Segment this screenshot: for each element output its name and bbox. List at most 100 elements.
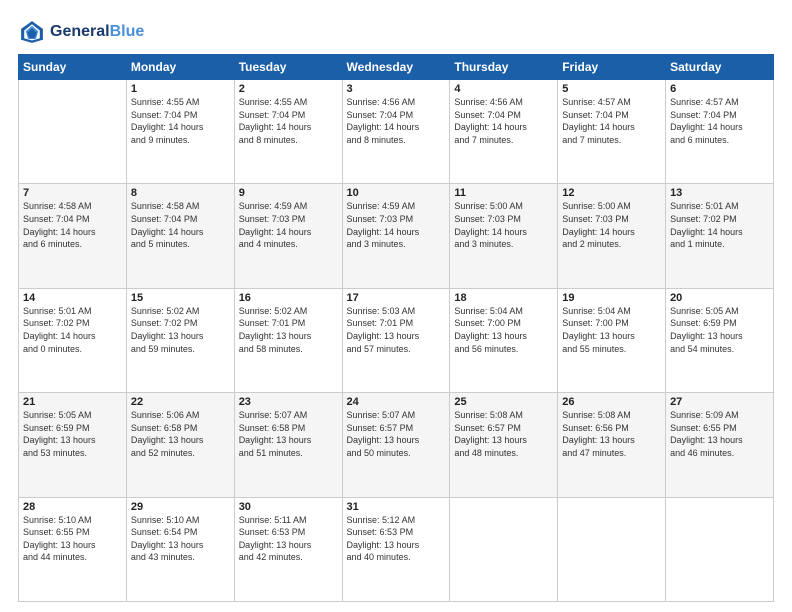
day-info: Sunrise: 4:58 AM Sunset: 7:04 PM Dayligh…	[23, 200, 122, 250]
calendar-cell: 19Sunrise: 5:04 AM Sunset: 7:00 PM Dayli…	[558, 288, 666, 392]
day-info: Sunrise: 5:08 AM Sunset: 6:57 PM Dayligh…	[454, 409, 553, 459]
calendar-cell: 8Sunrise: 4:58 AM Sunset: 7:04 PM Daylig…	[126, 184, 234, 288]
day-info: Sunrise: 5:00 AM Sunset: 7:03 PM Dayligh…	[454, 200, 553, 250]
day-info: Sunrise: 4:57 AM Sunset: 7:04 PM Dayligh…	[670, 96, 769, 146]
day-info: Sunrise: 4:57 AM Sunset: 7:04 PM Dayligh…	[562, 96, 661, 146]
calendar-cell: 23Sunrise: 5:07 AM Sunset: 6:58 PM Dayli…	[234, 393, 342, 497]
calendar-cell: 16Sunrise: 5:02 AM Sunset: 7:01 PM Dayli…	[234, 288, 342, 392]
calendar-cell: 30Sunrise: 5:11 AM Sunset: 6:53 PM Dayli…	[234, 497, 342, 601]
calendar-cell: 13Sunrise: 5:01 AM Sunset: 7:02 PM Dayli…	[666, 184, 774, 288]
weekday-header: Sunday	[19, 55, 127, 80]
day-number: 6	[670, 83, 769, 95]
day-number: 21	[23, 396, 122, 408]
calendar-week-row: 7Sunrise: 4:58 AM Sunset: 7:04 PM Daylig…	[19, 184, 774, 288]
calendar-cell: 10Sunrise: 4:59 AM Sunset: 7:03 PM Dayli…	[342, 184, 450, 288]
day-number: 26	[562, 396, 661, 408]
day-number: 27	[670, 396, 769, 408]
day-number: 13	[670, 187, 769, 199]
day-info: Sunrise: 5:01 AM Sunset: 7:02 PM Dayligh…	[670, 200, 769, 250]
weekday-header: Wednesday	[342, 55, 450, 80]
calendar-cell	[19, 80, 127, 184]
day-info: Sunrise: 5:02 AM Sunset: 7:01 PM Dayligh…	[239, 305, 338, 355]
day-number: 7	[23, 187, 122, 199]
day-number: 18	[454, 292, 553, 304]
day-info: Sunrise: 5:01 AM Sunset: 7:02 PM Dayligh…	[23, 305, 122, 355]
day-info: Sunrise: 5:12 AM Sunset: 6:53 PM Dayligh…	[347, 514, 446, 564]
day-number: 8	[131, 187, 230, 199]
calendar-cell	[666, 497, 774, 601]
day-number: 19	[562, 292, 661, 304]
logo-icon	[18, 18, 46, 46]
calendar-cell: 1Sunrise: 4:55 AM Sunset: 7:04 PM Daylig…	[126, 80, 234, 184]
day-info: Sunrise: 5:04 AM Sunset: 7:00 PM Dayligh…	[562, 305, 661, 355]
day-number: 1	[131, 83, 230, 95]
day-number: 29	[131, 501, 230, 513]
day-number: 17	[347, 292, 446, 304]
calendar-week-row: 21Sunrise: 5:05 AM Sunset: 6:59 PM Dayli…	[19, 393, 774, 497]
day-info: Sunrise: 5:08 AM Sunset: 6:56 PM Dayligh…	[562, 409, 661, 459]
day-info: Sunrise: 5:09 AM Sunset: 6:55 PM Dayligh…	[670, 409, 769, 459]
day-info: Sunrise: 5:02 AM Sunset: 7:02 PM Dayligh…	[131, 305, 230, 355]
calendar-cell: 21Sunrise: 5:05 AM Sunset: 6:59 PM Dayli…	[19, 393, 127, 497]
calendar-cell: 3Sunrise: 4:56 AM Sunset: 7:04 PM Daylig…	[342, 80, 450, 184]
day-number: 23	[239, 396, 338, 408]
day-info: Sunrise: 5:00 AM Sunset: 7:03 PM Dayligh…	[562, 200, 661, 250]
calendar-cell: 7Sunrise: 4:58 AM Sunset: 7:04 PM Daylig…	[19, 184, 127, 288]
calendar-cell: 20Sunrise: 5:05 AM Sunset: 6:59 PM Dayli…	[666, 288, 774, 392]
day-number: 15	[131, 292, 230, 304]
day-info: Sunrise: 5:06 AM Sunset: 6:58 PM Dayligh…	[131, 409, 230, 459]
day-info: Sunrise: 4:59 AM Sunset: 7:03 PM Dayligh…	[347, 200, 446, 250]
day-info: Sunrise: 5:03 AM Sunset: 7:01 PM Dayligh…	[347, 305, 446, 355]
day-number: 12	[562, 187, 661, 199]
page: GeneralBlue SundayMondayTuesdayWednesday…	[0, 0, 792, 612]
calendar-cell: 31Sunrise: 5:12 AM Sunset: 6:53 PM Dayli…	[342, 497, 450, 601]
calendar-cell: 11Sunrise: 5:00 AM Sunset: 7:03 PM Dayli…	[450, 184, 558, 288]
calendar-week-row: 1Sunrise: 4:55 AM Sunset: 7:04 PM Daylig…	[19, 80, 774, 184]
day-info: Sunrise: 4:59 AM Sunset: 7:03 PM Dayligh…	[239, 200, 338, 250]
day-number: 11	[454, 187, 553, 199]
day-number: 28	[23, 501, 122, 513]
day-info: Sunrise: 5:10 AM Sunset: 6:54 PM Dayligh…	[131, 514, 230, 564]
day-info: Sunrise: 4:55 AM Sunset: 7:04 PM Dayligh…	[131, 96, 230, 146]
logo: GeneralBlue	[18, 18, 144, 46]
calendar-header-row: SundayMondayTuesdayWednesdayThursdayFrid…	[19, 55, 774, 80]
day-number: 31	[347, 501, 446, 513]
calendar-table: SundayMondayTuesdayWednesdayThursdayFrid…	[18, 54, 774, 602]
calendar-cell: 6Sunrise: 4:57 AM Sunset: 7:04 PM Daylig…	[666, 80, 774, 184]
calendar-week-row: 28Sunrise: 5:10 AM Sunset: 6:55 PM Dayli…	[19, 497, 774, 601]
day-info: Sunrise: 4:58 AM Sunset: 7:04 PM Dayligh…	[131, 200, 230, 250]
weekday-header: Thursday	[450, 55, 558, 80]
day-info: Sunrise: 5:11 AM Sunset: 6:53 PM Dayligh…	[239, 514, 338, 564]
calendar-cell: 2Sunrise: 4:55 AM Sunset: 7:04 PM Daylig…	[234, 80, 342, 184]
day-number: 2	[239, 83, 338, 95]
day-info: Sunrise: 5:07 AM Sunset: 6:58 PM Dayligh…	[239, 409, 338, 459]
calendar-cell	[558, 497, 666, 601]
day-info: Sunrise: 5:07 AM Sunset: 6:57 PM Dayligh…	[347, 409, 446, 459]
day-info: Sunrise: 5:05 AM Sunset: 6:59 PM Dayligh…	[670, 305, 769, 355]
calendar-cell: 12Sunrise: 5:00 AM Sunset: 7:03 PM Dayli…	[558, 184, 666, 288]
day-number: 4	[454, 83, 553, 95]
calendar-cell: 28Sunrise: 5:10 AM Sunset: 6:55 PM Dayli…	[19, 497, 127, 601]
calendar-cell: 17Sunrise: 5:03 AM Sunset: 7:01 PM Dayli…	[342, 288, 450, 392]
day-info: Sunrise: 5:04 AM Sunset: 7:00 PM Dayligh…	[454, 305, 553, 355]
weekday-header: Saturday	[666, 55, 774, 80]
day-info: Sunrise: 4:56 AM Sunset: 7:04 PM Dayligh…	[347, 96, 446, 146]
weekday-header: Friday	[558, 55, 666, 80]
calendar-cell: 24Sunrise: 5:07 AM Sunset: 6:57 PM Dayli…	[342, 393, 450, 497]
calendar-cell: 25Sunrise: 5:08 AM Sunset: 6:57 PM Dayli…	[450, 393, 558, 497]
day-number: 24	[347, 396, 446, 408]
calendar-cell: 5Sunrise: 4:57 AM Sunset: 7:04 PM Daylig…	[558, 80, 666, 184]
calendar-cell: 15Sunrise: 5:02 AM Sunset: 7:02 PM Dayli…	[126, 288, 234, 392]
logo-text: GeneralBlue	[50, 23, 144, 41]
header: GeneralBlue	[18, 18, 774, 46]
day-number: 10	[347, 187, 446, 199]
day-number: 3	[347, 83, 446, 95]
day-number: 20	[670, 292, 769, 304]
day-info: Sunrise: 5:05 AM Sunset: 6:59 PM Dayligh…	[23, 409, 122, 459]
calendar-cell: 9Sunrise: 4:59 AM Sunset: 7:03 PM Daylig…	[234, 184, 342, 288]
day-info: Sunrise: 4:56 AM Sunset: 7:04 PM Dayligh…	[454, 96, 553, 146]
calendar-cell: 18Sunrise: 5:04 AM Sunset: 7:00 PM Dayli…	[450, 288, 558, 392]
calendar-cell	[450, 497, 558, 601]
day-number: 22	[131, 396, 230, 408]
calendar-cell: 27Sunrise: 5:09 AM Sunset: 6:55 PM Dayli…	[666, 393, 774, 497]
